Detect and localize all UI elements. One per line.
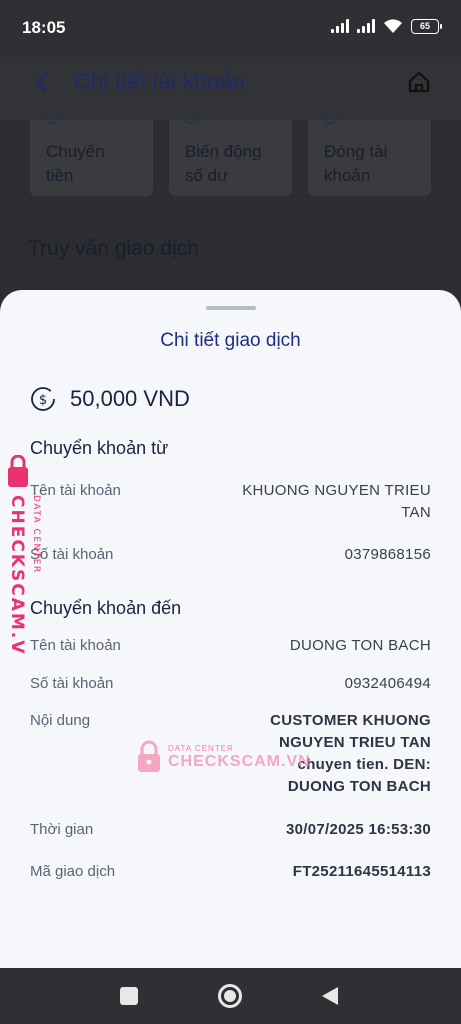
- quick-action-label: Biến động: [185, 142, 262, 161]
- from-name-value: KHUONG NGUYEN TRIEU TAN: [231, 480, 431, 524]
- status-time: 18:05: [22, 18, 66, 37]
- quick-action-close-account[interactable]: Đóng tài khoản: [308, 120, 431, 196]
- section-query-title: Truy vấn giao dịch: [28, 237, 199, 260]
- from-section-title: Chuyển khoản từ: [30, 438, 169, 458]
- home-button[interactable]: [218, 984, 242, 1008]
- quick-action-label: số dư: [185, 166, 229, 185]
- quick-action-transfer[interactable]: Chuyển tiền: [30, 120, 153, 196]
- transaction-detail-sheet: Chi tiết giao dịch $ 50,000 VND Chuyển k…: [0, 290, 461, 968]
- page-header: Chi tiết tài khoản: [0, 58, 461, 120]
- content-line: CUSTOMER KHUONG: [270, 712, 431, 729]
- battery-icon: 65: [411, 18, 442, 34]
- home-icon[interactable]: [405, 68, 433, 96]
- status-icons: 65: [331, 18, 442, 34]
- status-bar: 18:05 65: [0, 0, 461, 58]
- close-account-icon: [322, 116, 338, 124]
- lock-icon: [138, 740, 160, 772]
- from-name-line: TAN: [401, 504, 431, 521]
- from-name-line: KHUONG NGUYEN TRIEU: [242, 482, 431, 499]
- signal-icon: [331, 19, 349, 33]
- quick-action-label: tiền: [46, 166, 74, 185]
- transaction-amount: 50,000 VND: [70, 386, 190, 411]
- money-transfer-icon: $: [31, 387, 55, 411]
- to-name-value: DUONG TON BACH: [289, 637, 431, 654]
- svg-text:$: $: [39, 393, 47, 408]
- transaction-id-label: Mã giao dịch: [30, 863, 116, 880]
- quick-action-label: khoản: [324, 166, 371, 185]
- to-number-value: 0932406494: [344, 675, 431, 692]
- signal-icon-2: [357, 19, 375, 33]
- watermark-brand: CHECKSCAM.VN: [7, 495, 27, 655]
- back-button[interactable]: [322, 987, 338, 1005]
- watermark-brand: CHECKSCAM.VN: [168, 752, 311, 770]
- checkscam-watermark-center: DATA CENTER CHECKSCAM.VN: [136, 740, 311, 774]
- checkscam-watermark-vertical: CHECKSCAM.VN DATA CENTER: [7, 455, 41, 655]
- wifi-icon: [384, 19, 402, 33]
- watermark-tag: DATA CENTER: [31, 495, 41, 574]
- time-value: 30/07/2025 16:53:30: [286, 821, 431, 838]
- to-section-title: Chuyển khoản đến: [30, 598, 182, 618]
- watermark-text: DATA CENTER CHECKSCAM.VN: [168, 744, 311, 771]
- amount-row: $ 50,000 VND: [30, 386, 190, 412]
- from-number-value: 0379868156: [344, 546, 431, 563]
- balance-icon: [183, 116, 199, 124]
- content-label: Nội dung: [30, 712, 91, 729]
- watermark-tag: DATA CENTER: [168, 743, 234, 753]
- page-title: Chi tiết tài khoản: [74, 68, 246, 94]
- quick-action-balance[interactable]: Biến động số dư: [169, 120, 292, 196]
- time-label: Thời gian: [30, 821, 94, 838]
- sheet-drag-handle[interactable]: [206, 306, 256, 310]
- quick-action-label: Chuyển: [46, 142, 105, 161]
- back-arrow-icon[interactable]: [30, 70, 54, 94]
- transfer-icon: [44, 116, 60, 124]
- sheet-title: Chi tiết giao dịch: [160, 330, 301, 351]
- to-number-label: Số tài khoản: [30, 675, 114, 692]
- system-nav-bar: [0, 968, 461, 1024]
- content-line: DUONG TON BACH: [287, 778, 431, 795]
- transaction-id-value: FT25211645514113: [292, 863, 431, 880]
- quick-action-label: Đóng tài: [324, 142, 388, 161]
- recent-apps-button[interactable]: [120, 987, 138, 1005]
- battery-level: 65: [419, 21, 430, 31]
